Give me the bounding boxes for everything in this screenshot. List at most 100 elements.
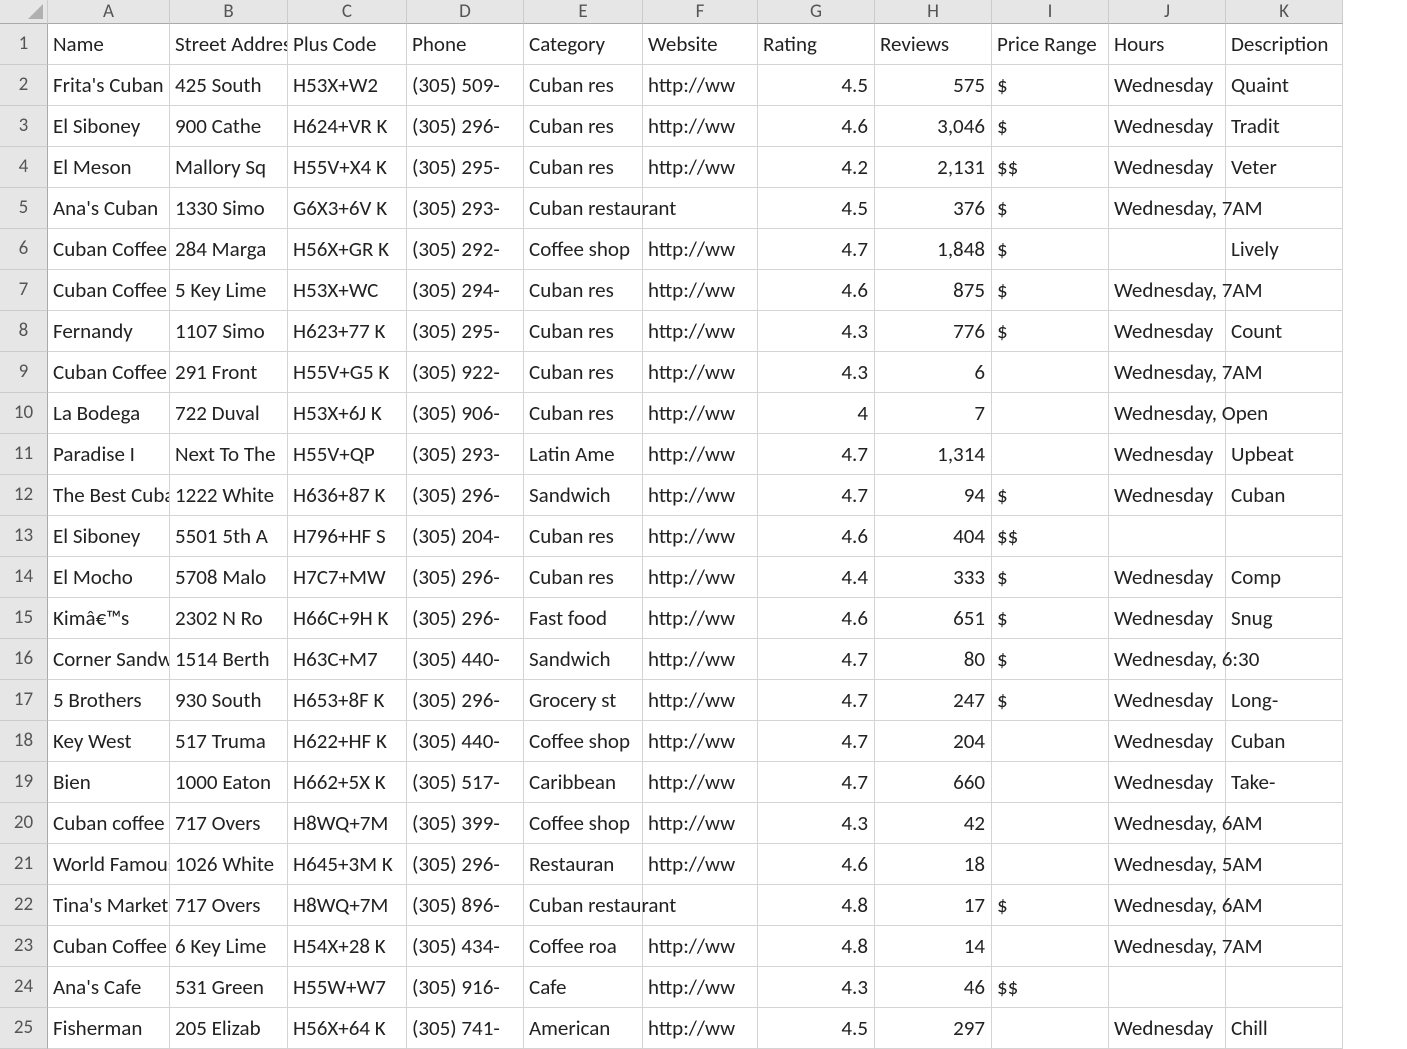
cell-C10[interactable]: H53X+6J K	[288, 393, 407, 434]
cell-F8[interactable]: http://ww	[643, 311, 758, 352]
cell-C23[interactable]: H54X+28 K	[288, 926, 407, 967]
row-header-22[interactable]: 22	[0, 885, 48, 926]
cell-E13[interactable]: Cuban res	[524, 516, 643, 557]
cell-B9[interactable]: 291 Front	[170, 352, 288, 393]
cell-D9[interactable]: (305) 922-	[407, 352, 524, 393]
cell-F14[interactable]: http://ww	[643, 557, 758, 598]
cell-G4[interactable]: 4.2	[758, 147, 875, 188]
cell-G13[interactable]: 4.6	[758, 516, 875, 557]
cell-G12[interactable]: 4.7	[758, 475, 875, 516]
cell-D24[interactable]: (305) 916-	[407, 967, 524, 1008]
cell-J15[interactable]: Wednesday	[1109, 598, 1226, 639]
cell-H6[interactable]: 1,848	[875, 229, 992, 270]
cell-I14[interactable]: $	[992, 557, 1109, 598]
row-header-3[interactable]: 3	[0, 106, 48, 147]
cell-B3[interactable]: 900 Cathe	[170, 106, 288, 147]
cell-B13[interactable]: 5501 5th A	[170, 516, 288, 557]
cell-D6[interactable]: (305) 292-	[407, 229, 524, 270]
row-header-21[interactable]: 21	[0, 844, 48, 885]
cell-K2[interactable]: Quaint	[1226, 65, 1343, 106]
cell-C16[interactable]: H63C+M7	[288, 639, 407, 680]
cell-I21[interactable]	[992, 844, 1109, 885]
cell-A12[interactable]: The Best Cuban	[48, 475, 170, 516]
cell-E9[interactable]: Cuban res	[524, 352, 643, 393]
cell-A18[interactable]: Key West	[48, 721, 170, 762]
cell-B20[interactable]: 717 Overs	[170, 803, 288, 844]
cell-C18[interactable]: H622+HF K	[288, 721, 407, 762]
cell-E1[interactable]: Category	[524, 24, 643, 65]
row-header-20[interactable]: 20	[0, 803, 48, 844]
cell-A15[interactable]: Kimâ€™s	[48, 598, 170, 639]
cell-J8[interactable]: Wednesday	[1109, 311, 1226, 352]
cell-A19[interactable]: Bien	[48, 762, 170, 803]
cell-D11[interactable]: (305) 293-	[407, 434, 524, 475]
cell-G2[interactable]: 4.5	[758, 65, 875, 106]
cell-C17[interactable]: H653+8F K	[288, 680, 407, 721]
cell-J25[interactable]: Wednesday	[1109, 1008, 1226, 1049]
cell-H5[interactable]: 376	[875, 188, 992, 229]
cell-G15[interactable]: 4.6	[758, 598, 875, 639]
cell-K6[interactable]: Lively	[1226, 229, 1343, 270]
column-header-B[interactable]: B	[170, 0, 288, 24]
cell-B16[interactable]: 1514 Berth	[170, 639, 288, 680]
cell-A22[interactable]: Tina's Market	[48, 885, 170, 926]
select-all-corner[interactable]	[0, 0, 48, 24]
row-header-15[interactable]: 15	[0, 598, 48, 639]
cell-C5[interactable]: G6X3+6V K	[288, 188, 407, 229]
row-header-8[interactable]: 8	[0, 311, 48, 352]
cell-B11[interactable]: Next To The	[170, 434, 288, 475]
cell-F17[interactable]: http://ww	[643, 680, 758, 721]
cell-C20[interactable]: H8WQ+7M	[288, 803, 407, 844]
cell-K1[interactable]: Description	[1226, 24, 1343, 65]
cell-B12[interactable]: 1222 White	[170, 475, 288, 516]
cell-A8[interactable]: Fernandy	[48, 311, 170, 352]
cell-J7[interactable]: Wednesday, 7AM	[1109, 270, 1226, 311]
spreadsheet-grid[interactable]: ABCDEFGHIJK1NameStreet AddressPlus CodeP…	[0, 0, 1407, 1049]
cell-K14[interactable]: Comp	[1226, 557, 1343, 598]
cell-E10[interactable]: Cuban res	[524, 393, 643, 434]
cell-E18[interactable]: Coffee shop	[524, 721, 643, 762]
cell-D19[interactable]: (305) 517-	[407, 762, 524, 803]
cell-H21[interactable]: 18	[875, 844, 992, 885]
cell-D20[interactable]: (305) 399-	[407, 803, 524, 844]
cell-E12[interactable]: Sandwich	[524, 475, 643, 516]
cell-B22[interactable]: 717 Overs	[170, 885, 288, 926]
cell-A14[interactable]: El Mocho	[48, 557, 170, 598]
cell-I11[interactable]	[992, 434, 1109, 475]
cell-B5[interactable]: 1330 Simo	[170, 188, 288, 229]
cell-G6[interactable]: 4.7	[758, 229, 875, 270]
cell-F21[interactable]: http://ww	[643, 844, 758, 885]
cell-F23[interactable]: http://ww	[643, 926, 758, 967]
cell-G1[interactable]: Rating	[758, 24, 875, 65]
row-header-23[interactable]: 23	[0, 926, 48, 967]
cell-D10[interactable]: (305) 906-	[407, 393, 524, 434]
cell-I9[interactable]	[992, 352, 1109, 393]
cell-F25[interactable]: http://ww	[643, 1008, 758, 1049]
cell-E6[interactable]: Coffee shop	[524, 229, 643, 270]
cell-K11[interactable]: Upbeat	[1226, 434, 1343, 475]
cell-I13[interactable]: $$	[992, 516, 1109, 557]
row-header-17[interactable]: 17	[0, 680, 48, 721]
cell-G8[interactable]: 4.3	[758, 311, 875, 352]
cell-C9[interactable]: H55V+G5 K	[288, 352, 407, 393]
cell-K18[interactable]: Cuban	[1226, 721, 1343, 762]
cell-F7[interactable]: http://ww	[643, 270, 758, 311]
cell-J6[interactable]	[1109, 229, 1226, 270]
row-header-18[interactable]: 18	[0, 721, 48, 762]
cell-C6[interactable]: H56X+GR K	[288, 229, 407, 270]
cell-I17[interactable]: $	[992, 680, 1109, 721]
cell-E11[interactable]: Latin Ame	[524, 434, 643, 475]
cell-J20[interactable]: Wednesday, 6AM	[1109, 803, 1226, 844]
cell-I1[interactable]: Price Range	[992, 24, 1109, 65]
cell-C25[interactable]: H56X+64 K	[288, 1008, 407, 1049]
column-header-G[interactable]: G	[758, 0, 875, 24]
cell-G5[interactable]: 4.5	[758, 188, 875, 229]
cell-D17[interactable]: (305) 296-	[407, 680, 524, 721]
cell-D2[interactable]: (305) 509-	[407, 65, 524, 106]
cell-C7[interactable]: H53X+WC	[288, 270, 407, 311]
cell-E15[interactable]: Fast food	[524, 598, 643, 639]
cell-D25[interactable]: (305) 741-	[407, 1008, 524, 1049]
cell-A17[interactable]: 5 Brothers	[48, 680, 170, 721]
cell-A4[interactable]: El Meson	[48, 147, 170, 188]
cell-H19[interactable]: 660	[875, 762, 992, 803]
